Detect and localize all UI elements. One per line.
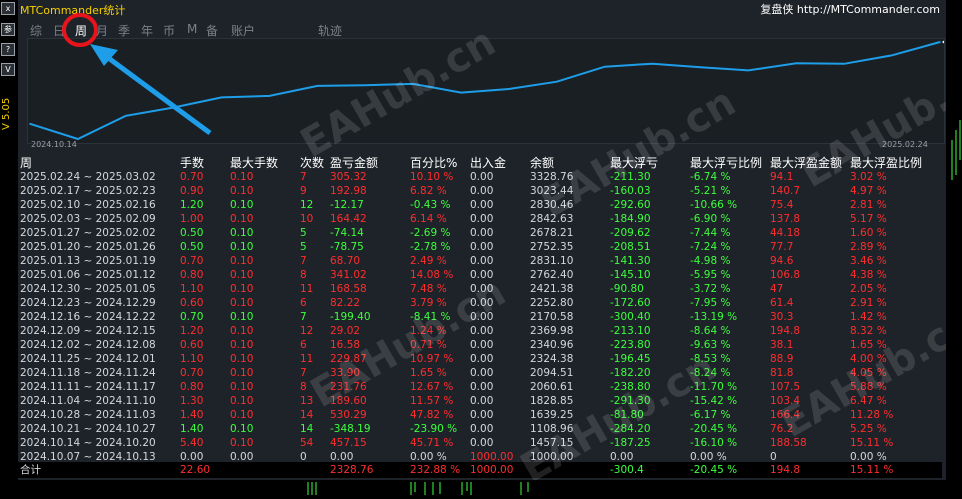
arrow-shaft: [101, 51, 212, 136]
annotation-overlay: [62, 13, 212, 136]
highlight-circle: [62, 13, 98, 47]
background-chart-strip: [946, 0, 962, 493]
background-chart-bottom: [0, 480, 962, 495]
